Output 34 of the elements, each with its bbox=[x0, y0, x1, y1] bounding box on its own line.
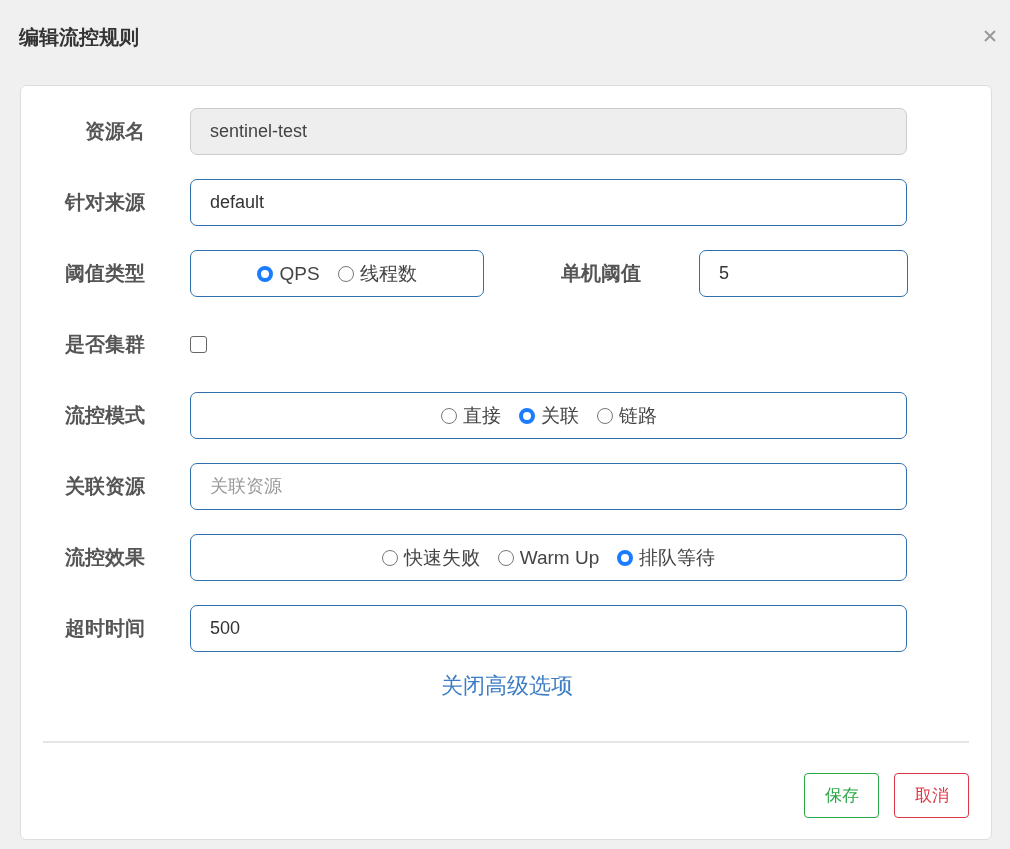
field-label: 针对来源 bbox=[63, 190, 145, 215]
radio-label: 线程数 bbox=[359, 261, 417, 286]
close-icon[interactable] bbox=[984, 30, 996, 42]
radio-button[interactable] bbox=[257, 265, 274, 282]
input-field[interactable]: default bbox=[190, 179, 907, 226]
dialog-title: 编辑流控规则 bbox=[19, 25, 139, 50]
radio-button[interactable] bbox=[617, 549, 634, 566]
radio-button[interactable] bbox=[518, 407, 535, 424]
radio-button[interactable] bbox=[596, 407, 613, 424]
input-field[interactable]: 500 bbox=[190, 605, 907, 652]
field-label: 是否集群 bbox=[64, 332, 145, 357]
radio-button[interactable] bbox=[497, 549, 514, 566]
radio-label: 链路 bbox=[618, 403, 657, 428]
radio-label: QPS bbox=[279, 262, 320, 285]
field-label: 单机阈值 bbox=[561, 261, 642, 286]
field-label: 关联资源 bbox=[64, 474, 145, 499]
field-label: 流控效果 bbox=[64, 545, 145, 570]
advanced-options-link[interactable]: 关闭高级选项 bbox=[440, 671, 573, 701]
field-label: 资源名 bbox=[84, 119, 145, 144]
radio-label: 直接 bbox=[462, 403, 501, 428]
radio-button[interactable] bbox=[381, 549, 398, 566]
radio-label: 快速失败 bbox=[403, 545, 480, 570]
checkbox[interactable] bbox=[190, 336, 207, 353]
field-label: 流控模式 bbox=[64, 403, 145, 428]
radio-button[interactable] bbox=[337, 265, 354, 282]
cancel-button[interactable]: 取消 bbox=[894, 773, 969, 818]
radio-label: 关联 bbox=[540, 403, 579, 428]
radio-label: Warm Up bbox=[519, 546, 600, 569]
radio-button[interactable] bbox=[440, 407, 457, 424]
radio-label: 排队等待 bbox=[639, 545, 716, 570]
field-label: 阈值类型 bbox=[64, 261, 145, 286]
field-label: 超时时间 bbox=[64, 616, 145, 641]
input-field[interactable]: 5 bbox=[699, 250, 908, 297]
input-field[interactable]: 关联资源 bbox=[190, 463, 907, 510]
